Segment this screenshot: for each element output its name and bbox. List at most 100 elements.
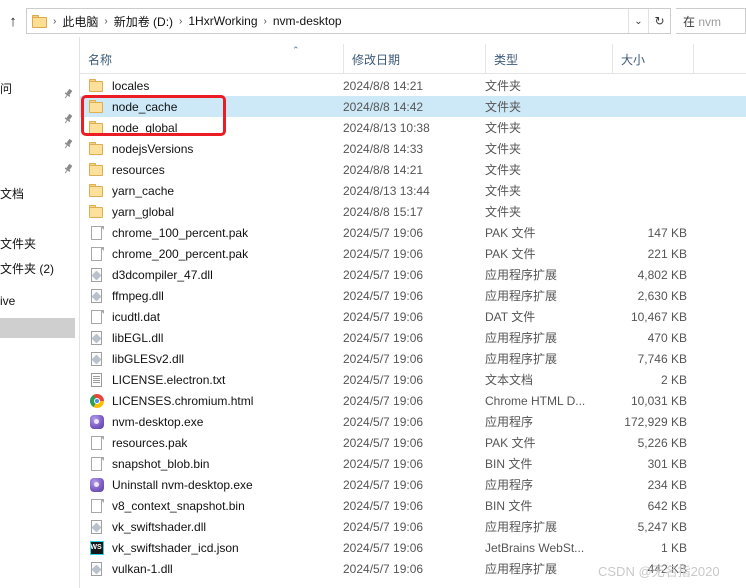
nav-item-folder-2[interactable]: 文件夹 (2)	[0, 258, 54, 279]
file-name-label: resources.pak	[112, 435, 188, 450]
webstorm-icon: WS	[88, 540, 105, 556]
file-name-label: yarn_global	[112, 204, 175, 219]
file-list[interactable]: locales 2024/8/8 14:21 文件夹 node_cache 2024/8…	[80, 75, 746, 588]
nav-item-label: 问	[0, 82, 13, 96]
file-size-cell: 442 KB	[647, 561, 687, 576]
file-size-cell: 2,630 KB	[637, 288, 687, 303]
file-row[interactable]: Uninstall nvm-desktop.exe 2024/5/7 19:06 应…	[80, 474, 746, 495]
breadcrumb[interactable]: › 此电脑 › 新加卷 (D:) › 1HxrWorking › nvm-des…	[32, 13, 628, 30]
file-name-cell: snapshot_blob.bin	[88, 453, 340, 474]
file-row[interactable]: LICENSE.electron.txt 2024/5/7 19:06 文本文档 2 …	[80, 369, 746, 390]
file-name-label: resources	[112, 162, 165, 177]
file-name-cell: WS vk_swiftshader_icd.json	[88, 537, 340, 558]
file-name-cell: chrome_100_percent.pak	[88, 222, 340, 243]
folder-icon	[88, 162, 105, 178]
file-name-label: chrome_100_percent.pak	[112, 225, 249, 240]
pin-icon	[62, 113, 74, 125]
chevron-down-icon[interactable]: ⌄	[628, 9, 648, 33]
file-icon	[88, 246, 105, 262]
nav-item-selected[interactable]	[0, 318, 75, 338]
nav-item-quick-access[interactable]: 问	[0, 78, 12, 99]
breadcrumb-item-2[interactable]: 1HxrWorking	[185, 14, 260, 28]
file-size-cell	[580, 75, 693, 96]
folder-icon	[88, 141, 105, 157]
pin-icon	[62, 88, 74, 100]
file-date-cell: 2024/5/7 19:06	[343, 288, 424, 303]
file-name-cell: node_global	[88, 117, 340, 138]
file-row[interactable]: WS vk_swiftshader_icd.json 2024/5/7 19:06 J…	[80, 537, 746, 558]
file-row[interactable]: nodejsVersions 2024/8/8 14:33 文件夹	[80, 138, 746, 159]
dll-file-icon	[88, 330, 105, 346]
file-name-cell: yarn_cache	[88, 180, 340, 201]
file-row[interactable]: vk_swiftshader.dll 2024/5/7 19:06 应用程序扩展 5,…	[80, 516, 746, 537]
search-input[interactable]: 在 nvm	[676, 8, 746, 34]
file-name-label: vulkan-1.dll	[112, 561, 173, 576]
breadcrumb-item-3[interactable]: nvm-desktop	[270, 14, 345, 28]
file-row[interactable]: yarn_global 2024/8/8 15:17 文件夹	[80, 201, 746, 222]
sort-ascending-icon: ⌃	[292, 45, 300, 55]
address-bar[interactable]: › 此电脑 › 新加卷 (D:) › 1HxrWorking › nvm-des…	[26, 8, 671, 34]
file-row[interactable]: icudtl.dat 2024/5/7 19:06 DAT 文件 10,467 KB	[80, 306, 746, 327]
file-row[interactable]: nvm-desktop.exe 2024/5/7 19:06 应用程序 172,929…	[80, 411, 746, 432]
navigate-up-button[interactable]: ↑	[0, 8, 26, 34]
file-date-cell: 2024/5/7 19:06	[343, 414, 424, 429]
nav-item-documents[interactable]: 文档	[0, 183, 24, 204]
file-row[interactable]: node_cache 2024/8/8 14:42 文件夹	[80, 96, 746, 117]
nav-item-label: 文件夹	[0, 237, 37, 251]
breadcrumb-item-0[interactable]: 此电脑	[59, 13, 101, 30]
column-header-row: 名称 ⌃ 修改日期 类型 大小	[80, 44, 746, 74]
file-name-cell: nvm-desktop.exe	[88, 411, 340, 432]
nav-item-onedrive[interactable]: ive	[0, 290, 15, 311]
file-row[interactable]: snapshot_blob.bin 2024/5/7 19:06 BIN 文件 301…	[80, 453, 746, 474]
file-name-label: libEGL.dll	[112, 330, 164, 345]
file-row[interactable]: resources.pak 2024/5/7 19:06 PAK 文件 5,226 K…	[80, 432, 746, 453]
file-row[interactable]: vulkan-1.dll 2024/5/7 19:06 应用程序扩展 442 KB	[80, 558, 746, 579]
file-size-cell	[580, 117, 693, 138]
column-header-date[interactable]: 修改日期	[343, 44, 485, 74]
file-name-label: yarn_cache	[112, 183, 175, 198]
breadcrumb-item-1[interactable]: 新加卷 (D:)	[111, 13, 176, 30]
file-size-cell	[580, 138, 693, 159]
file-row[interactable]: d3dcompiler_47.dll 2024/5/7 19:06 应用程序扩展 4,…	[80, 264, 746, 285]
file-name-cell: locales	[88, 75, 340, 96]
file-date-cell: 2024/5/7 19:06	[343, 393, 424, 408]
folder-icon	[88, 183, 105, 199]
column-header-size[interactable]: 大小	[612, 44, 693, 74]
refresh-icon[interactable]: ↻	[648, 9, 670, 33]
file-row[interactable]: locales 2024/8/8 14:21 文件夹	[80, 75, 746, 96]
file-row[interactable]: chrome_100_percent.pak 2024/5/7 19:06 PAK …	[80, 222, 746, 243]
file-name-cell: Uninstall nvm-desktop.exe	[88, 474, 340, 495]
file-date-cell: 2024/5/7 19:06	[343, 225, 424, 240]
file-date-cell: 2024/8/8 14:33	[343, 141, 424, 156]
file-size-cell	[580, 180, 693, 201]
file-row[interactable]: node_global 2024/8/13 10:38 文件夹	[80, 117, 746, 138]
file-name-label: icudtl.dat	[112, 309, 161, 324]
file-name-label: snapshot_blob.bin	[112, 456, 210, 471]
file-size-cell: 1 KB	[660, 540, 687, 555]
column-divider	[693, 44, 694, 74]
file-size-cell: 470 KB	[647, 330, 687, 345]
file-size-cell: 642 KB	[647, 498, 687, 513]
file-row[interactable]: chrome_200_percent.pak 2024/5/7 19:06 PAK …	[80, 243, 746, 264]
dll-file-icon	[88, 351, 105, 367]
file-row[interactable]: yarn_cache 2024/8/13 13:44 文件夹	[80, 180, 746, 201]
file-row[interactable]: libEGL.dll 2024/5/7 19:06 应用程序扩展 470 KB	[80, 327, 746, 348]
pin-icon	[62, 138, 74, 150]
navigation-pane[interactable]: 问 文档 文件夹 文件夹 (2) ive	[0, 37, 80, 588]
column-header-type[interactable]: 类型	[485, 44, 612, 74]
column-header-name[interactable]: 名称 ⌃	[80, 44, 343, 74]
file-date-cell: 2024/5/7 19:06	[343, 435, 424, 450]
file-name-cell: icudtl.dat	[88, 306, 340, 327]
file-size-cell: 10,031 KB	[630, 393, 687, 408]
file-row[interactable]: resources 2024/8/8 14:21 文件夹	[80, 159, 746, 180]
nav-item-folder[interactable]: 文件夹	[0, 233, 36, 254]
file-date-cell: 2024/5/7 19:06	[343, 351, 424, 366]
file-name-label: vk_swiftshader.dll	[112, 519, 207, 534]
file-icon	[88, 309, 105, 325]
file-icon	[88, 456, 105, 472]
file-row[interactable]: ffmpeg.dll 2024/5/7 19:06 应用程序扩展 2,630 KB	[80, 285, 746, 306]
file-icon	[88, 435, 105, 451]
file-row[interactable]: LICENSES.chromium.html 2024/5/7 19:06 Chro…	[80, 390, 746, 411]
file-row[interactable]: v8_context_snapshot.bin 2024/5/7 19:06 BIN…	[80, 495, 746, 516]
file-row[interactable]: libGLESv2.dll 2024/5/7 19:06 应用程序扩展 7,746 K…	[80, 348, 746, 369]
